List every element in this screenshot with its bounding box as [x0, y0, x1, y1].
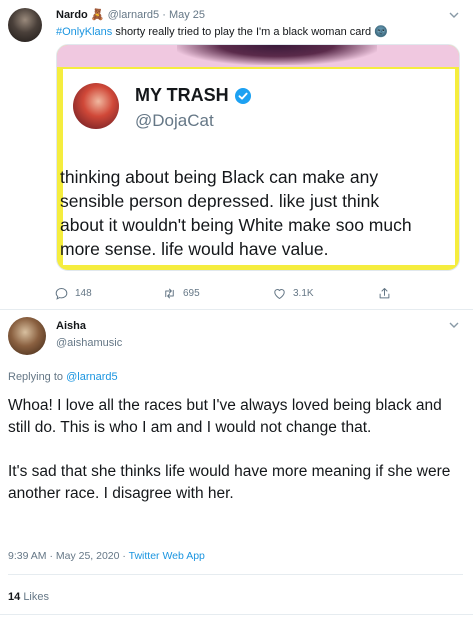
tweet2-meta: 9:39 AM · May 25, 2020 · Twitter Web App — [8, 550, 205, 562]
tweet2-paragraph: It's sad that she thinks life would have… — [8, 463, 451, 502]
tweet1-text: #OnlyKlans shorty really tried to play t… — [56, 26, 388, 38]
retweet-icon — [165, 288, 174, 299]
replying-to: Replying to @larnard5 — [8, 371, 118, 383]
retweet-count: 695 — [183, 288, 200, 299]
hashtag-link[interactable]: #OnlyKlans — [56, 26, 112, 38]
tweet-image[interactable]: MY TRASH @DojaCat thinking about being B… — [56, 44, 460, 271]
divider — [0, 309, 473, 310]
reply-icon — [55, 287, 68, 300]
chevron-down-icon[interactable] — [448, 319, 460, 334]
divider — [8, 574, 463, 575]
embedded-handle: @DojaCat — [135, 111, 214, 130]
share-icon — [379, 288, 390, 299]
reply-action[interactable]: 148 — [54, 286, 92, 301]
avatar-aisha[interactable] — [8, 317, 46, 355]
bear-emoji-icon: 🧸 — [90, 9, 105, 21]
image-top-decoration — [177, 45, 377, 65]
like-count: 3.1K — [293, 288, 314, 299]
heart-icon — [274, 289, 285, 299]
dojacat-avatar — [73, 83, 119, 129]
reply-count: 148 — [75, 288, 92, 299]
tweet-timestamp[interactable]: 9:39 AM · May 25, 2020 · — [8, 550, 129, 562]
share-action[interactable] — [377, 286, 392, 301]
retweet-action[interactable]: 695 — [162, 286, 200, 301]
author-handle[interactable]: @aishamusic — [56, 337, 122, 349]
author-name[interactable]: Nardo — [56, 9, 88, 21]
verified-badge-icon — [234, 87, 251, 104]
author-handle[interactable]: @larnard5 — [108, 9, 160, 21]
moon-face-emoji-icon: 🌚 — [374, 26, 388, 38]
embedded-display-name: MY TRASH — [135, 85, 229, 105]
tweet2-body: Whoa! I love all the races but I've alwa… — [8, 395, 463, 505]
tweet2-paragraph: Whoa! I love all the races but I've alwa… — [8, 397, 442, 436]
divider — [0, 614, 473, 615]
embedded-tweet-text: thinking about being Black can make any … — [60, 167, 412, 259]
tweet1-header: Nardo 🧸 @larnard5 · May 25 — [56, 9, 206, 21]
replying-to-link[interactable]: @larnard5 — [66, 371, 118, 383]
embedded-tweet-card: MY TRASH @DojaCat thinking about being B… — [60, 69, 455, 265]
author-name[interactable]: Aisha — [56, 320, 86, 332]
likes-label: Likes — [23, 591, 49, 603]
avatar-nardo[interactable] — [8, 8, 42, 42]
tweet-source-link[interactable]: Twitter Web App — [129, 550, 205, 562]
likes-stat[interactable]: 14 Likes — [8, 591, 49, 603]
chevron-down-icon[interactable] — [448, 9, 460, 24]
tweet-date[interactable]: May 25 — [169, 9, 205, 21]
like-action[interactable]: 3.1K — [272, 286, 314, 301]
likes-count: 14 — [8, 591, 21, 603]
